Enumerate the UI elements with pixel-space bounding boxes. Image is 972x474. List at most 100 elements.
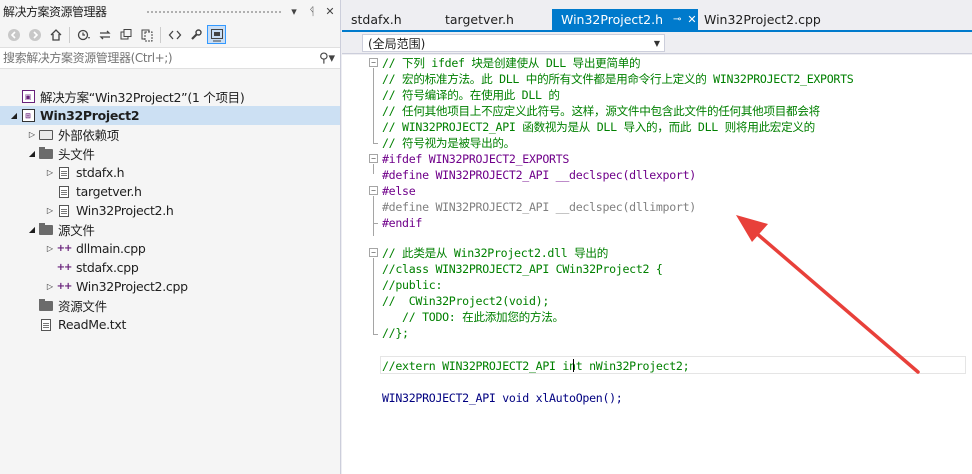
tree-expander-icon[interactable]: ▷ <box>44 168 56 177</box>
forward-icon[interactable] <box>25 25 44 44</box>
properties-wrench-icon[interactable] <box>186 25 205 44</box>
document-tabs: stdafx.h targetver.h Win32Project2.h ⊸ ✕… <box>342 0 972 30</box>
navigation-bar: (全局范围) ▼ <box>342 32 972 54</box>
search-input[interactable] <box>3 51 314 65</box>
tree-item[interactable]: ++ stdafx.cpp <box>0 258 340 277</box>
panel-titlebar: 解决方案资源管理器 ▾ ᛩ ✕ <box>0 0 340 22</box>
tree-expander-icon[interactable]: ◢ <box>26 225 38 234</box>
code-line: //public: <box>382 278 443 292</box>
cpp-file-icon: ++ <box>56 281 73 292</box>
view-code-icon[interactable] <box>165 25 184 44</box>
indicator-margin <box>342 55 364 474</box>
collapse-all-icon[interactable] <box>116 25 135 44</box>
home-icon[interactable] <box>46 25 65 44</box>
tree-item[interactable]: ▷ 外部依赖项 <box>0 125 340 144</box>
solution-tree: ▣ 解决方案“Win32Project2”(1 个项目) ◢ ⊞ Win32Projec… <box>0 87 340 334</box>
collapse-region-icon[interactable]: − <box>369 186 378 195</box>
code-line: // 任何其他项目上不应定义此符号。这样，源文件中包含此文件的任何其他项目都会将 <box>382 104 820 118</box>
editor-area: stdafx.h targetver.h Win32Project2.h ⊸ ✕… <box>342 0 972 474</box>
outline-guide <box>373 164 374 174</box>
collapse-region-icon[interactable]: − <box>369 58 378 67</box>
tree-item[interactable]: ◢ 源文件 <box>0 220 340 239</box>
tab-label: Win32Project2.h <box>561 12 664 27</box>
text-caret <box>573 359 574 372</box>
folder-icon <box>38 298 54 313</box>
code-line: //extern WIN32PROJECT2_API int nWin32Pro… <box>382 359 690 373</box>
scope-dropdown[interactable]: (全局范围) ▼ <box>362 34 665 52</box>
code-line: // 下列 ifdef 块是创建使从 DLL 导出更简单的 <box>382 56 641 70</box>
tree-item[interactable]: ▷ ++ dllmain.cpp <box>0 239 340 258</box>
tree-expander-icon[interactable]: ▷ <box>44 244 56 253</box>
code-line: #ifdef WIN32PROJECT2_EXPORTS <box>382 152 570 166</box>
folder-icon <box>38 146 54 161</box>
code-line: // WIN32PROJECT2_API 函数视为是从 DLL 导入的，而此 D… <box>382 120 815 134</box>
tree-expander-icon[interactable]: ◢ <box>26 149 38 158</box>
tree-item[interactable]: ReadMe.txt <box>0 315 340 334</box>
header-file-icon <box>56 185 72 199</box>
code-line: //class WIN32PROJECT2_API CWin32Project2… <box>382 262 663 276</box>
folder-icon <box>38 222 54 237</box>
tree-item-label: targetver.h <box>76 184 142 199</box>
back-icon[interactable] <box>4 25 23 44</box>
header-file-icon <box>56 166 72 180</box>
tree-expander-icon[interactable]: ▷ <box>44 282 56 291</box>
tree-item-label: 源文件 <box>58 223 95 238</box>
code-line: // 符号编译的。在使用此 DLL 的 <box>382 88 560 102</box>
collapse-region-icon[interactable]: − <box>369 248 378 257</box>
window-position-dropdown-icon[interactable]: ▾ <box>286 5 302 18</box>
code-editor[interactable]: − − − − // 下列 ifdef 块是创建使从 DLL 导出更简单的 // 宏的标… <box>342 55 972 474</box>
tree-expander-icon[interactable]: ◢ <box>8 111 20 120</box>
code-line: // 符号视为是被导出的。 <box>382 136 515 150</box>
scope-value: (全局范围) <box>368 36 426 51</box>
pin-icon[interactable]: ᛩ <box>304 5 320 18</box>
solution-icon: ▣ <box>20 90 36 104</box>
code-line: #define WIN32PROJECT2_API __declspec(dll… <box>382 168 696 182</box>
pending-changes-filter-icon[interactable] <box>74 25 93 44</box>
outline-guide-end <box>373 334 378 335</box>
tree-item-label: 头文件 <box>58 147 95 162</box>
close-icon[interactable]: ✕ <box>322 5 338 18</box>
references-icon <box>38 128 54 142</box>
tree-item-label: ReadMe.txt <box>58 317 127 332</box>
tree-expander-icon[interactable]: ▷ <box>26 130 38 139</box>
code-line: #define WIN32PROJECT2_API __declspec(dll… <box>382 200 696 214</box>
tree-expander-icon[interactable]: ▷ <box>44 206 56 215</box>
tree-item[interactable]: ▣ 解决方案“Win32Project2”(1 个项目) <box>0 87 340 106</box>
show-all-files-icon[interactable] <box>137 25 156 44</box>
cpp-file-icon: ++ <box>56 262 73 273</box>
solution-explorer-panel: 解决方案资源管理器 ▾ ᛩ ✕ 搜索解决方案资源管理器(Ctrl+;) ⚲▾ ▣… <box>0 0 341 474</box>
outline-guide <box>373 196 374 236</box>
tree-item-label: stdafx.h <box>76 165 125 180</box>
code-line: // 此类是从 Win32Project2.dll 导出的 <box>382 246 609 260</box>
tree-item[interactable]: ◢ ⊞ Win32Project2 <box>0 106 340 125</box>
code-line: // CWin32Project2(void); <box>382 294 550 308</box>
sync-with-active-document-icon[interactable] <box>95 25 114 44</box>
tab-label: Win32Project2.cpp <box>704 12 821 27</box>
collapse-region-icon[interactable]: − <box>369 154 378 163</box>
tab-win32project2-cpp[interactable]: Win32Project2.cpp <box>695 9 830 30</box>
tab-win32project2-h[interactable]: Win32Project2.h ⊸ ✕ <box>552 9 698 30</box>
tab-stdafx-h[interactable]: stdafx.h <box>342 9 411 30</box>
tree-item-label: stdafx.cpp <box>76 260 139 275</box>
toolbar-separator <box>160 26 161 43</box>
text-file-icon <box>38 318 54 332</box>
code-line: #endif <box>382 216 423 230</box>
outline-guide <box>373 68 374 143</box>
search-icon[interactable]: ⚲▾ <box>314 51 340 66</box>
outline-guide <box>373 258 374 334</box>
tree-item[interactable]: targetver.h <box>0 182 340 201</box>
tree-item[interactable]: 资源文件 <box>0 296 340 315</box>
tree-item-label: Win32Project2.cpp <box>76 279 188 294</box>
tab-targetver-h[interactable]: targetver.h <box>436 9 523 30</box>
preview-selected-items-icon[interactable] <box>207 25 226 44</box>
tree-item-label: dllmain.cpp <box>76 241 146 256</box>
tree-item[interactable]: ▷ Win32Project2.h <box>0 201 340 220</box>
tree-item[interactable]: ◢ 头文件 <box>0 144 340 163</box>
tree-item-label: 资源文件 <box>58 299 107 314</box>
pin-tab-icon[interactable]: ⊸ <box>673 14 681 25</box>
tree-item[interactable]: ▷ stdafx.h <box>0 163 340 182</box>
tree-item-label: 外部依赖项 <box>58 128 120 143</box>
tree-item-label: Win32Project2.h <box>76 203 174 218</box>
toolbar-separator <box>69 26 70 43</box>
tree-item[interactable]: ▷ ++ Win32Project2.cpp <box>0 277 340 296</box>
